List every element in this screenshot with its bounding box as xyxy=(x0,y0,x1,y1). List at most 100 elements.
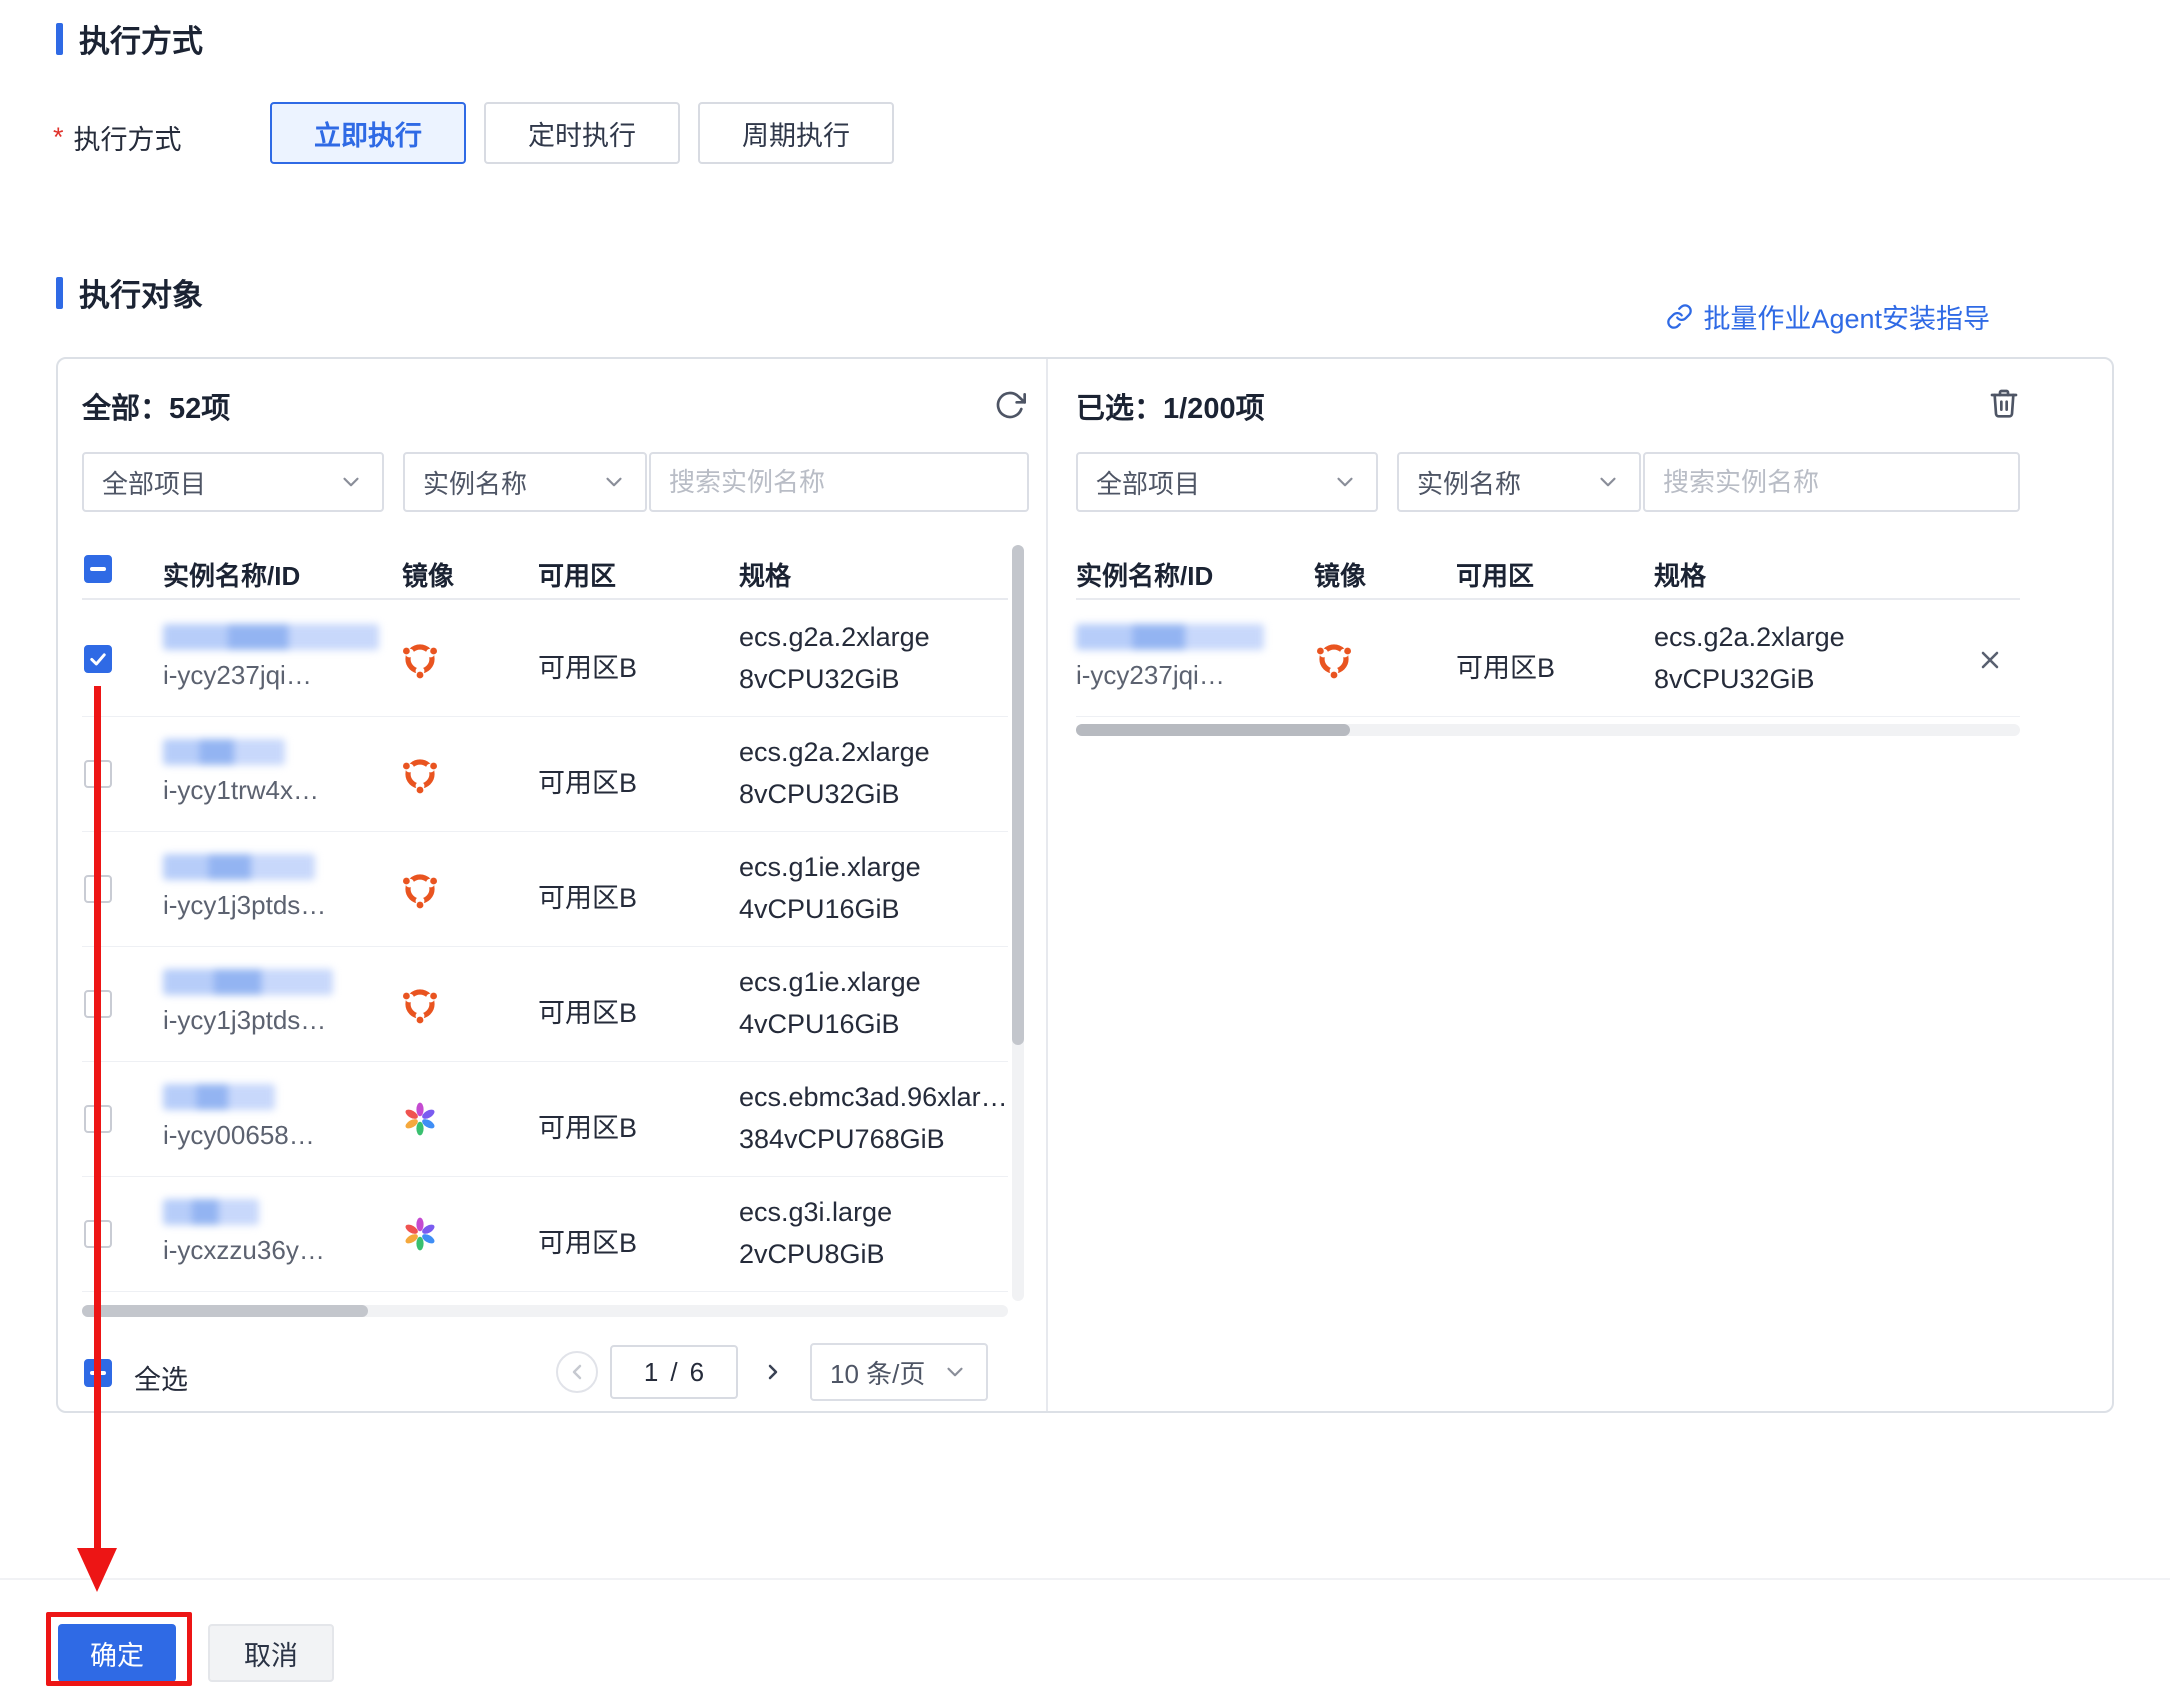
os-image-cell xyxy=(400,984,440,1024)
refresh-button[interactable] xyxy=(994,389,1026,421)
instance-name-redacted xyxy=(163,854,315,880)
page-size-value: 10 条/页 xyxy=(830,1354,925,1391)
row-checkbox[interactable] xyxy=(84,875,112,903)
select-all-footer-checkbox[interactable] xyxy=(84,1359,112,1387)
instance-row[interactable]: i-ycxzzu36y… 可用区B ecs.g3i.large 2vCPU8Gi… xyxy=(82,1177,1008,1292)
project-filter-select[interactable]: 全部项目 xyxy=(82,452,384,512)
refresh-icon xyxy=(994,389,1026,421)
agent-install-guide-link[interactable]: 批量作业Agent安装指导 xyxy=(1666,297,1990,336)
row-checkbox[interactable] xyxy=(84,1105,112,1133)
attribute-filter-select[interactable]: 实例名称 xyxy=(403,452,647,512)
select-all-checkbox[interactable] xyxy=(84,555,112,583)
instance-id: i-ycy237jqi… xyxy=(163,660,312,691)
instance-id: i-ycxzzu36y… xyxy=(163,1235,325,1266)
column-az: 可用区 xyxy=(1456,556,1534,593)
horizontal-scrollbar[interactable] xyxy=(1076,724,2020,736)
instance-name-redacted xyxy=(163,969,333,995)
exec-method-field: * 执行方式 xyxy=(53,118,182,157)
selected-instance-row[interactable]: i-ycy237jqi… 可用区B ecs.g2a.2xlarge 8vCPU3… xyxy=(1076,602,2020,717)
az-cell: 可用区B xyxy=(538,1106,637,1145)
instance-name-redacted xyxy=(163,624,379,650)
ubuntu-logo-icon xyxy=(400,984,440,1024)
chevron-left-icon xyxy=(565,1360,589,1384)
trash-icon xyxy=(1988,387,2020,419)
os-image-cell xyxy=(400,1214,440,1254)
delete-all-button[interactable] xyxy=(1988,387,2020,419)
spec-cell: ecs.g1ie.xlarge 4vCPU16GiB xyxy=(739,846,921,930)
instance-row[interactable]: i-ycy1trw4x… 可用区B ecs.g2a.2xlarge 8vCPU3… xyxy=(82,717,1008,832)
euleros-logo-icon xyxy=(400,1214,440,1254)
horizontal-scrollbar[interactable] xyxy=(82,1305,1008,1317)
spec-cell: ecs.g3i.large 2vCPU8GiB xyxy=(739,1191,892,1275)
instance-name-redacted xyxy=(163,739,285,765)
table-header: 实例名称/ID 镜像 可用区 规格 xyxy=(1076,542,2020,600)
next-page-button[interactable] xyxy=(752,1351,794,1393)
exec-method-label: 执行方式 xyxy=(74,118,182,157)
instance-row[interactable]: i-ycy237jqi… 可用区B ecs.g2a.2xlarge 8vCPU3… xyxy=(82,602,1008,717)
exec-option-periodic[interactable]: 周期执行 xyxy=(698,102,894,164)
search-box[interactable] xyxy=(649,452,1029,512)
row-checkbox[interactable] xyxy=(84,990,112,1018)
os-image-cell xyxy=(1314,639,1354,679)
spec-cell: ecs.g2a.2xlarge 8vCPU32GiB xyxy=(739,731,930,815)
column-image: 镜像 xyxy=(402,556,454,593)
instance-id: i-ycy1j3ptds… xyxy=(163,890,326,921)
spec-cell: ecs.ebmc3ad.96xlar… 384vCPU768GiB xyxy=(739,1076,1008,1160)
search-input[interactable] xyxy=(1663,467,2000,498)
ubuntu-logo-icon xyxy=(400,639,440,679)
total-pages: 6 xyxy=(690,1357,704,1388)
column-name-id: 实例名称/ID xyxy=(1076,556,1213,593)
page-size-select[interactable]: 10 条/页 xyxy=(810,1343,988,1401)
spec-cell: ecs.g1ie.xlarge 4vCPU16GiB xyxy=(739,961,921,1045)
check-icon xyxy=(88,649,108,669)
chevron-right-icon xyxy=(761,1360,785,1384)
instance-row[interactable]: i-ycy1j3ptds… 可用区B ecs.g1ie.xlarge 4vCPU… xyxy=(82,832,1008,947)
project-filter-select[interactable]: 全部项目 xyxy=(1076,452,1378,512)
exec-option-immediate[interactable]: 立即执行 xyxy=(270,102,466,164)
target-count: 已选：1/200项 xyxy=(1076,385,1265,427)
row-checkbox[interactable] xyxy=(84,760,112,788)
link-icon xyxy=(1666,303,1693,330)
chevron-down-icon xyxy=(338,469,364,495)
page-indicator[interactable]: 1 / 6 xyxy=(610,1345,738,1399)
instance-row[interactable]: i-ycy1j3ptds… 可用区B ecs.g1ie.xlarge 4vCPU… xyxy=(82,947,1008,1062)
instance-name-redacted xyxy=(1076,624,1264,650)
search-box[interactable] xyxy=(1643,452,2020,512)
remove-instance-button[interactable] xyxy=(1976,646,2004,674)
vertical-scrollbar[interactable] xyxy=(1012,545,1024,1301)
prev-page-button[interactable] xyxy=(556,1351,598,1393)
ubuntu-logo-icon xyxy=(400,869,440,909)
footer-divider xyxy=(0,1578,2170,1580)
current-page: 1 xyxy=(644,1357,658,1388)
az-cell: 可用区B xyxy=(538,991,637,1030)
confirm-button[interactable]: 确定 xyxy=(58,1624,176,1682)
chevron-down-icon xyxy=(601,469,627,495)
exec-option-scheduled[interactable]: 定时执行 xyxy=(484,102,680,164)
section-accent-bar xyxy=(56,23,63,55)
section-exec-target-title: 执行对象 xyxy=(56,270,203,315)
instance-row[interactable]: i-ycy00658… 可用区B ecs.ebmc3ad.96xlar… 384… xyxy=(82,1062,1008,1177)
search-input[interactable] xyxy=(669,467,1009,498)
chevron-down-icon xyxy=(1595,469,1621,495)
attribute-filter-select[interactable]: 实例名称 xyxy=(1397,452,1641,512)
chevron-down-icon xyxy=(942,1359,968,1385)
column-az: 可用区 xyxy=(538,556,616,593)
az-cell: 可用区B xyxy=(538,761,637,800)
instance-name-redacted xyxy=(163,1084,275,1110)
section-title-text: 执行对象 xyxy=(79,270,203,315)
az-cell: 可用区B xyxy=(538,646,637,685)
close-icon xyxy=(1976,646,2004,674)
horizontal-scrollbar-thumb[interactable] xyxy=(82,1305,368,1317)
horizontal-scrollbar-thumb[interactable] xyxy=(1076,724,1350,736)
row-checkbox[interactable] xyxy=(84,645,112,673)
az-cell: 可用区B xyxy=(538,876,637,915)
row-checkbox[interactable] xyxy=(84,1220,112,1248)
vertical-scrollbar-thumb[interactable] xyxy=(1012,545,1024,1045)
source-count: 全部：52项 xyxy=(82,385,230,427)
cancel-button[interactable]: 取消 xyxy=(208,1624,334,1682)
section-title-text: 执行方式 xyxy=(79,16,203,61)
instance-id: i-ycy1trw4x… xyxy=(163,775,319,806)
ubuntu-logo-icon xyxy=(400,754,440,794)
attribute-filter-value: 实例名称 xyxy=(1417,464,1521,501)
os-image-cell xyxy=(400,754,440,794)
